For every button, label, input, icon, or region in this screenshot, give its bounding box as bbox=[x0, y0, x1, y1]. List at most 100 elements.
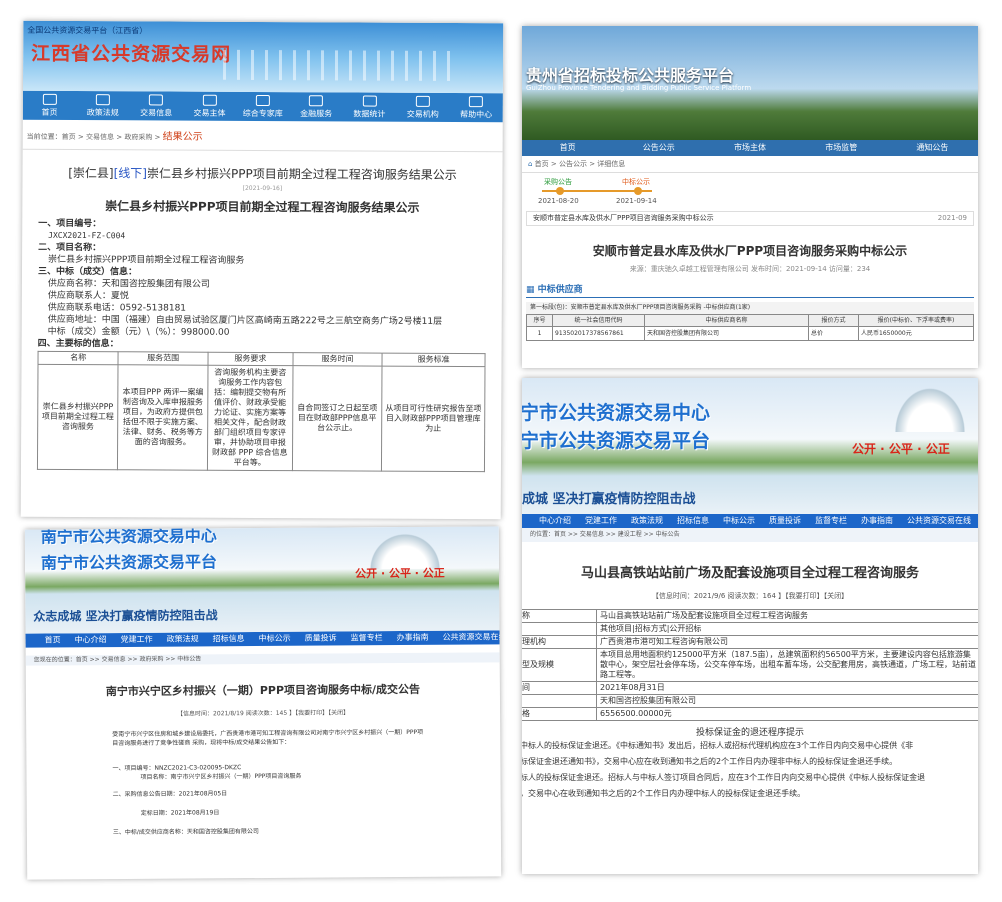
table-cell: 马山县高铁站站前广场及配套设施项目全过程工程咨询服务 bbox=[596, 609, 978, 623]
table-header: 服务范围 bbox=[118, 351, 208, 366]
nav-item[interactable]: 金融服务 bbox=[289, 92, 342, 121]
nav-item[interactable]: 政策法规 bbox=[76, 91, 129, 120]
table-cell: 总价 bbox=[808, 326, 859, 341]
nav-item[interactable]: 质量投诉 bbox=[298, 631, 344, 645]
table-header: 服务时间 bbox=[292, 352, 383, 367]
nav-item[interactable]: 党建工作 bbox=[578, 514, 624, 528]
table-cell: 广西贵港市港可知工程咨询有限公司 bbox=[596, 635, 978, 649]
building-icon bbox=[415, 95, 430, 107]
section-heading: ▦ 中标供应商 bbox=[526, 280, 974, 298]
nav-item[interactable]: 党建工作 bbox=[114, 633, 160, 647]
motto: 公开 · 公平 · 公正 bbox=[355, 566, 445, 581]
nav-item[interactable]: 交易主体 bbox=[183, 92, 236, 121]
step-label: 中标公示 bbox=[622, 178, 650, 186]
notice-bar[interactable]: 安顺市普定县水库及供水厂PPP项目咨询服务采购中标公示 2021-09 bbox=[526, 211, 974, 226]
doc-title: 安顺市普定县水库及供水厂PPP项目咨询服务采购中标公示 bbox=[592, 244, 908, 258]
statistics-icon bbox=[362, 95, 377, 107]
step-date: 2021-08-20 bbox=[538, 197, 579, 205]
table-header: 序号 bbox=[526, 314, 553, 327]
nav-item[interactable]: 质量投诉 bbox=[762, 514, 808, 528]
nav-item[interactable]: 招标信息 bbox=[206, 632, 252, 646]
doc-meta: 【信息时间：2021/9/6 阅读次数：164 】【我要打印】【关闭】 bbox=[651, 592, 849, 600]
dome-building-image bbox=[364, 528, 446, 570]
xingning-card: 南宁市公共资源交易中心 南宁市公共资源交易平台 公开 · 公平 · 公正 众志成… bbox=[24, 526, 502, 880]
nav-item[interactable]: 中心介绍 bbox=[68, 633, 114, 647]
table-cell: 2021年08月31日 bbox=[596, 681, 978, 695]
campaign-slogan: 成城 坚决打赢疫情防控阻击战 bbox=[522, 492, 696, 507]
publish-date: [2021-09-16] bbox=[242, 184, 283, 193]
nav-item[interactable]: 交易信息 bbox=[129, 91, 182, 120]
table-label: 理机构 bbox=[522, 635, 597, 649]
campaign-slogan: 众志成城 坚决打赢疫情防控阻击战 bbox=[33, 608, 218, 624]
site-title: 贵州省招标投标公共服务平台 bbox=[526, 66, 735, 85]
nav-item[interactable]: 政策法规 bbox=[624, 514, 670, 528]
table-cell: 其他项目|招标方式|公开招标 bbox=[596, 622, 978, 636]
nav-item[interactable]: 中标公示 bbox=[252, 632, 298, 646]
home-icon bbox=[42, 93, 57, 105]
package-label: 第一标段(包)：安顺市普定县水库及供水厂PPP项目咨询服务采购 -中标供应商(1… bbox=[526, 302, 974, 314]
table-cell: 本项目PPP 两评一案编制咨询及入库申报服务项目，为政府方提供包括但不限于实施方… bbox=[117, 364, 208, 471]
nav-item[interactable]: 首页 bbox=[23, 91, 76, 120]
table-header: 报价方式 bbox=[808, 314, 859, 327]
nav-item[interactable]: 公共资源交易在线 bbox=[900, 514, 978, 528]
breadcrumb: 您现在的位置：首页 >> 交易信息 >> 政府采购 >> 中标公告 bbox=[25, 652, 500, 666]
nav-item[interactable]: 数据统计 bbox=[343, 92, 396, 121]
nav-item[interactable]: 公共资源交易在线直播 bbox=[436, 630, 502, 645]
dome-building-image bbox=[890, 382, 970, 432]
motto: 公开 · 公平 · 公正 bbox=[852, 442, 950, 456]
guizhou-card: 贵州省招标投标公共服务平台 GuiZhou Province Tendering… bbox=[522, 26, 978, 368]
intro-paragraph: 受南宁市兴宁区住房和城乡建设局委托，广西贵港市港可知工程咨询有限公司对南宁市兴宁… bbox=[112, 728, 424, 748]
nav-item[interactable]: 招标信息 bbox=[670, 514, 716, 528]
site-subtitle: GuiZhou Province Tendering and Bidding P… bbox=[526, 84, 752, 92]
nav-item[interactable]: 首页 bbox=[38, 633, 68, 647]
service-table: 名称 服务范围 服务要求 服务时间 服务标准 崇仁县乡村振兴PPP项目前期全过程… bbox=[37, 351, 486, 472]
nav-item[interactable]: 监督专栏 bbox=[344, 631, 390, 645]
platform-label: 全国公共资源交易平台（江西省） bbox=[27, 25, 148, 36]
jiangxi-card: 全国公共资源交易平台（江西省） 江西省公共资源交易网 首页 政策法规 交易信息 … bbox=[20, 20, 504, 520]
nav-item[interactable]: 市场主体 bbox=[704, 140, 795, 156]
paragraph: ，交易中心在收到通知书之后的2个工作日内办理中标人的投标保证金退还手续。 bbox=[522, 789, 806, 798]
nav-item[interactable]: 通知公告 bbox=[887, 140, 978, 156]
nav-item[interactable]: 综合专家库 bbox=[236, 92, 289, 121]
nav-item[interactable]: 首页 bbox=[522, 140, 613, 156]
step-date: 2021-09-14 bbox=[616, 197, 657, 205]
table-header: 服务标准 bbox=[382, 353, 486, 367]
breadcrumb: ⌂ 首页 > 公告公示 > 详细信息 bbox=[522, 156, 978, 173]
page-heading: [崇仁县][线下]崇仁县乡村振兴PPP项目前期全过程工程咨询服务结果公示 bbox=[68, 165, 457, 183]
center-title: 宁市公共资源交易中心 bbox=[522, 402, 711, 424]
nav-item[interactable]: 公告公示 bbox=[613, 140, 704, 156]
step-dot bbox=[556, 187, 564, 195]
nav-item[interactable]: 办事指南 bbox=[390, 631, 436, 645]
table-label: 型及规模 bbox=[522, 648, 597, 682]
xingning-banner: 南宁市公共资源交易中心 南宁市公共资源交易平台 公开 · 公平 · 公正 众志成… bbox=[24, 526, 500, 634]
table-cell: 人民币1650000元 bbox=[858, 326, 974, 341]
deposit-notice: 中标人的投标保证金退还。《中标通知书》发出后，招标人或招标代理机构应在3个工作日… bbox=[522, 738, 978, 802]
table-header: 服务要求 bbox=[207, 352, 293, 366]
table-header: 中标供应商名称 bbox=[644, 314, 809, 327]
nav-item[interactable]: 交易机构 bbox=[396, 93, 449, 122]
step-label: 采购公告 bbox=[544, 178, 572, 186]
award-details: 一、项目编号：NNZC2021-C3-020095-DKZC 项目名称：南宁市兴… bbox=[26, 761, 500, 837]
nav-item[interactable]: 监督专栏 bbox=[808, 514, 854, 528]
doc-title: 崇仁县乡村振兴PPP项目前期全过程工程咨询服务结果公示 bbox=[105, 199, 420, 215]
center-title: 南宁市公共资源交易中心 bbox=[40, 526, 217, 547]
nav-item[interactable]: 市场监管 bbox=[796, 140, 887, 156]
announcement-date: 二、采购信息公告日期：2021年08月05日 bbox=[112, 790, 228, 799]
nav-item[interactable]: 帮助中心 bbox=[449, 93, 502, 122]
project-table: 称马山县高铁站站前广场及配套设施项目全过程工程咨询服务 其他项目|招标方式|公开… bbox=[522, 609, 978, 721]
nav-item[interactable]: 中心介绍 bbox=[532, 514, 578, 528]
nav-item[interactable]: 办事指南 bbox=[854, 514, 900, 528]
table-cell: 自合同签订之日起至项目在财政部PPP信息平台公示止。 bbox=[292, 365, 383, 472]
table-label: 间 bbox=[522, 681, 597, 695]
table-label: 格 bbox=[522, 707, 597, 721]
winner-name: 三、中标/成交供应商名称：天和国咨控股集团有限公司 bbox=[112, 828, 259, 837]
table-header: 报价(中标价、下浮率或费率) bbox=[858, 314, 974, 327]
section-heading: 投标保证金的退还程序提示 bbox=[695, 728, 804, 738]
guizhou-banner: 贵州省招标投标公共服务平台 GuiZhou Province Tendering… bbox=[522, 26, 978, 140]
table-cell: 咨询服务机构主要咨询服务工作内容包括：编制提交物有所值评价、财政承受能力论证、实… bbox=[207, 365, 293, 471]
table-cell: 从项目可行性研究报告至项目入财政部PPP项目管理库为止 bbox=[381, 366, 485, 472]
nav-item[interactable]: 中标公示 bbox=[716, 514, 762, 528]
section-heading: 四、主要标的信息： bbox=[37, 338, 119, 350]
nav-item[interactable]: 政策法规 bbox=[160, 632, 206, 646]
mashan-banner: 宁市公共资源交易中心 宁市公共资源交易平台 公开 · 公平 · 公正 成城 坚决… bbox=[522, 378, 978, 514]
